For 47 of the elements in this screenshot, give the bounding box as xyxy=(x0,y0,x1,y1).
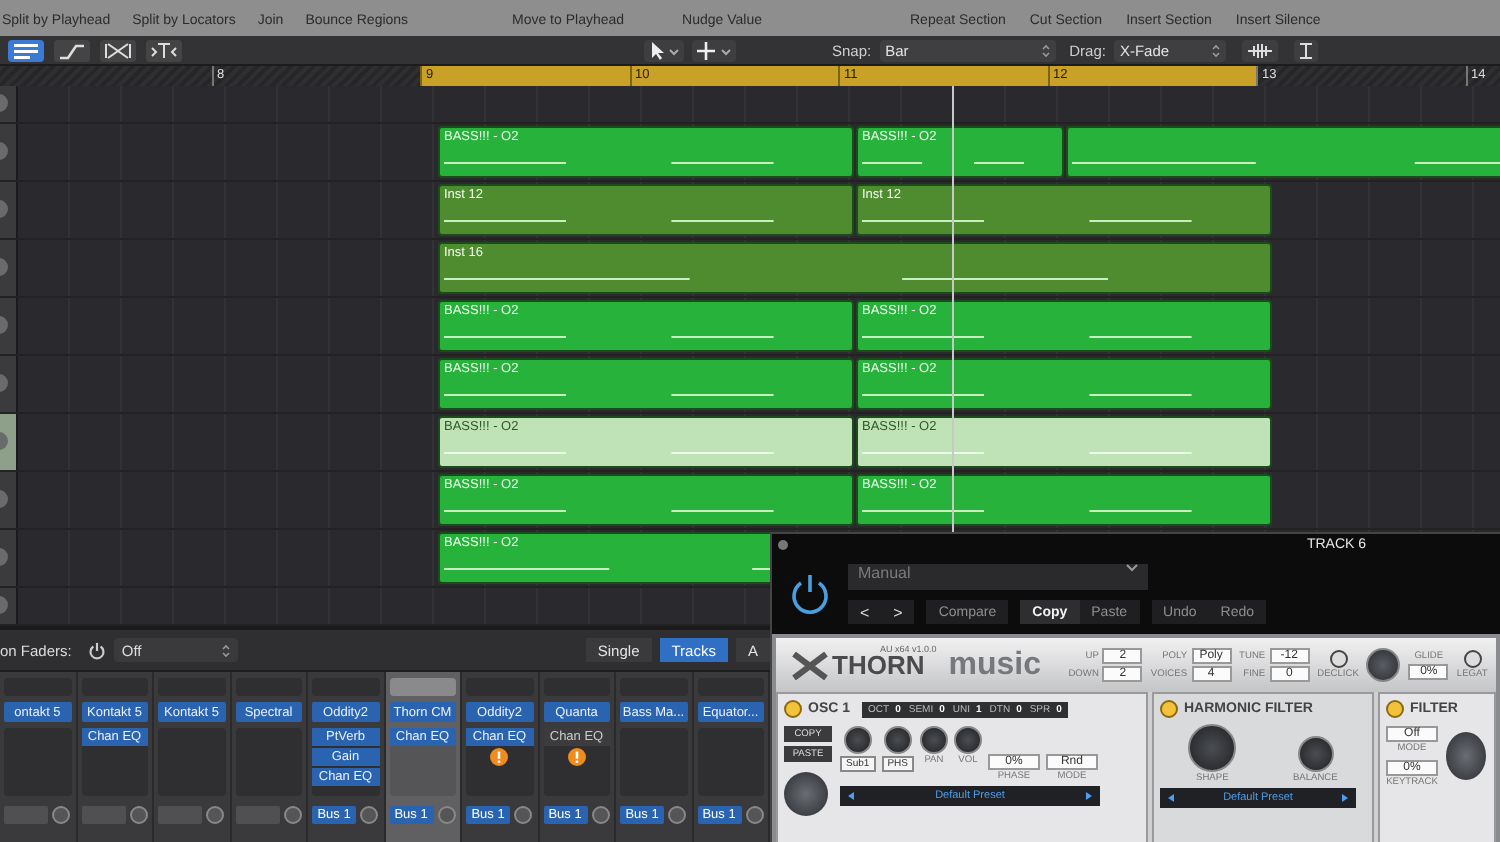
send-knob[interactable] xyxy=(206,806,224,824)
glide-knob[interactable] xyxy=(1366,648,1401,682)
pointer-tool-button[interactable] xyxy=(644,39,684,61)
knob[interactable] xyxy=(1188,724,1237,772)
oscillator-led[interactable] xyxy=(784,700,802,718)
oscillator-knob[interactable] xyxy=(784,772,828,816)
automation-view-button[interactable] xyxy=(54,39,90,61)
automation-icon xyxy=(58,41,86,59)
power-icon[interactable] xyxy=(788,572,832,616)
catch-icon xyxy=(150,41,178,59)
caret-icon xyxy=(1126,564,1138,572)
brand-logo-text: music xyxy=(948,647,1043,683)
catch-view-button[interactable] xyxy=(146,39,182,61)
knob[interactable] xyxy=(843,726,872,754)
send-knob[interactable] xyxy=(283,806,301,824)
list-view-button[interactable] xyxy=(8,39,44,61)
synth-name: THORN xyxy=(832,650,925,680)
send-knob[interactable] xyxy=(745,806,763,824)
flex-view-button[interactable] xyxy=(100,39,136,61)
close-icon[interactable] xyxy=(778,540,788,550)
flex-icon xyxy=(104,41,132,59)
power-icon[interactable] xyxy=(87,641,106,659)
send-knob[interactable] xyxy=(52,806,70,824)
send-knob[interactable] xyxy=(514,806,532,824)
send-knob[interactable] xyxy=(591,806,609,824)
stepper-icon xyxy=(1041,43,1050,57)
send-knob[interactable] xyxy=(668,806,686,824)
send-knob[interactable] xyxy=(360,806,378,824)
knob[interactable] xyxy=(1297,736,1334,772)
stepper-icon xyxy=(1211,43,1220,57)
stepper-icon xyxy=(221,643,230,657)
thorn-logo-icon xyxy=(792,651,828,679)
legato-toggle[interactable] xyxy=(1463,650,1482,668)
vertical-zoom-button[interactable] xyxy=(1293,39,1318,61)
list-icon xyxy=(12,41,40,59)
preset-dropdown[interactable]: Manual xyxy=(848,564,1148,590)
knob[interactable] xyxy=(953,726,982,754)
filter-led[interactable] xyxy=(1386,700,1404,718)
crosshair-tool-button[interactable] xyxy=(692,39,736,61)
filter-knob[interactable] xyxy=(1446,732,1486,780)
declick-toggle[interactable] xyxy=(1329,650,1347,668)
filter-led[interactable] xyxy=(1160,700,1178,718)
send-knob[interactable] xyxy=(437,806,455,824)
knob[interactable] xyxy=(883,726,912,754)
knob[interactable] xyxy=(919,726,948,754)
send-knob[interactable] xyxy=(129,806,147,824)
waveform-zoom-button[interactable] xyxy=(1241,39,1278,61)
